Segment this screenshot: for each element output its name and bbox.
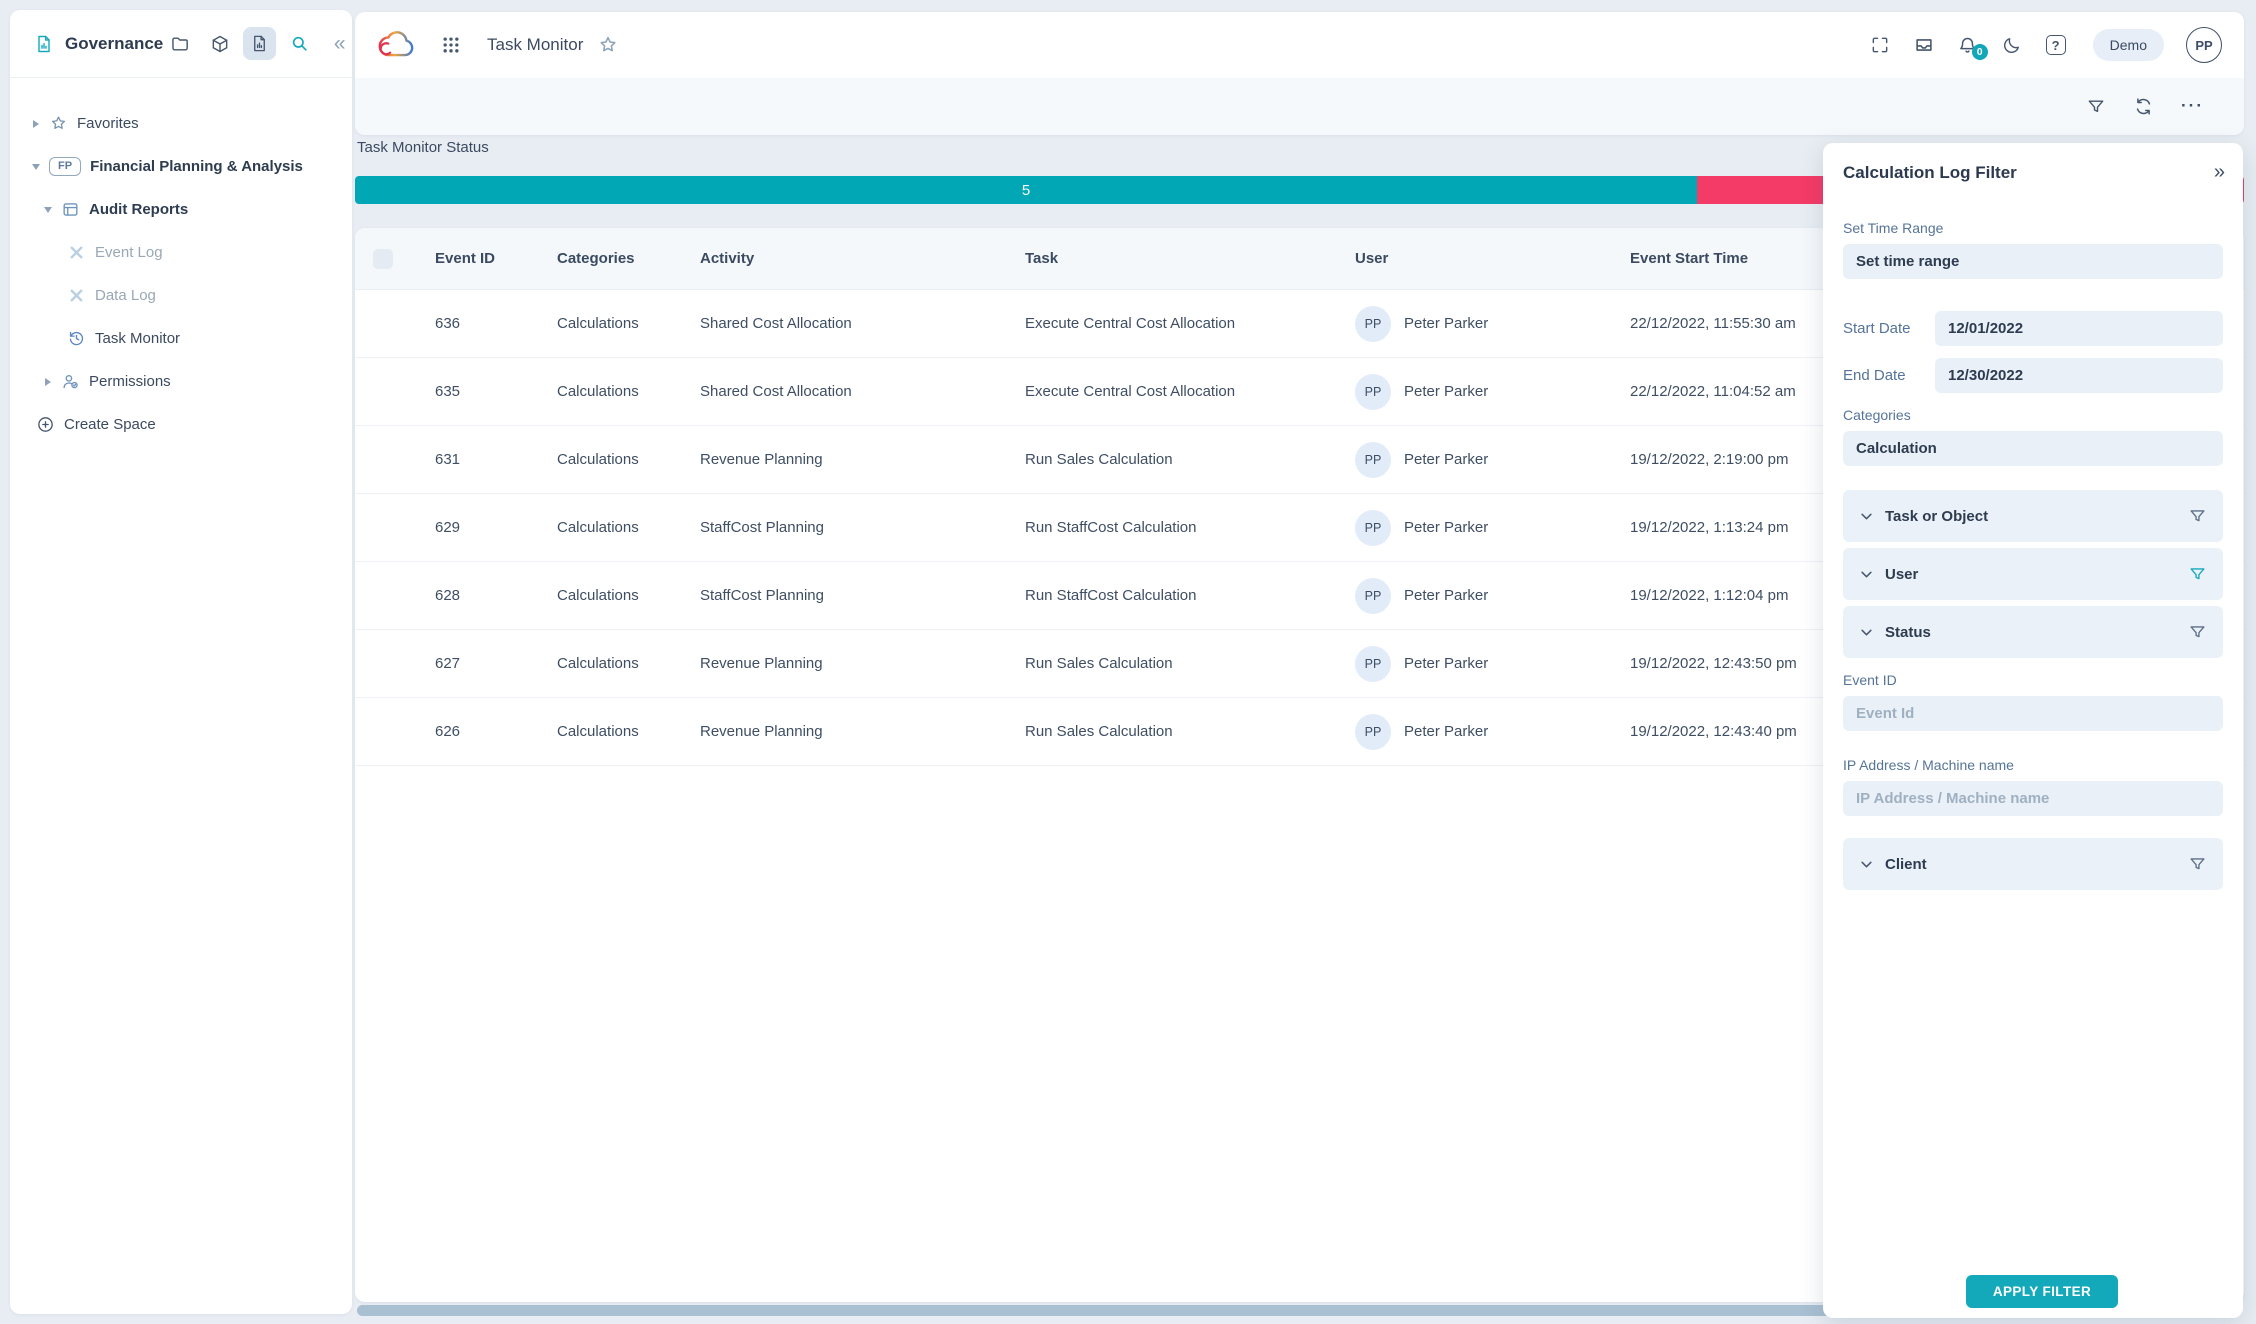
ip-address-label: IP Address / Machine name xyxy=(1843,757,2223,773)
collapse-sidebar-icon[interactable]: « xyxy=(323,27,356,60)
help-icon[interactable]: ? xyxy=(2045,34,2067,56)
sidebar-item-create-space[interactable]: Create Space xyxy=(10,403,352,446)
status-segment-count: 5 xyxy=(1022,182,1030,199)
sidebar-header-icons: « xyxy=(163,27,356,60)
report-list-icon xyxy=(61,200,80,219)
categories-label: Categories xyxy=(1843,407,2223,423)
column-header-activity[interactable]: Activity xyxy=(700,250,1025,267)
user-permissions-icon xyxy=(61,372,80,391)
more-options-icon[interactable]: ··· xyxy=(2181,103,2204,110)
refresh-icon[interactable] xyxy=(2133,96,2154,117)
caret-right-icon[interactable] xyxy=(42,376,54,388)
categories-input[interactable] xyxy=(1843,431,2223,466)
avatar: PP xyxy=(1355,442,1391,478)
caret-down-icon[interactable] xyxy=(42,204,54,216)
top-bar-main-row: Task Monitor 0 ? xyxy=(355,12,2244,78)
folder-icon[interactable] xyxy=(163,27,196,60)
chevron-down-icon xyxy=(1859,567,1874,582)
sidebar-header: Governance « xyxy=(10,10,352,78)
top-bar-actions: 0 ? Demo PP xyxy=(1869,27,2222,63)
notification-count-badge: 0 xyxy=(1972,44,1988,60)
dark-mode-moon-icon[interactable] xyxy=(2001,34,2023,56)
set-time-range-input[interactable] xyxy=(1843,244,2223,279)
reports-view-icon[interactable] xyxy=(243,27,276,60)
collapse-panel-icon[interactable]: » xyxy=(2214,161,2223,184)
filter-funnel-icon-active[interactable] xyxy=(2188,565,2207,584)
calculation-log-filter-panel: Calculation Log Filter » Set Time Range … xyxy=(1823,143,2243,1318)
sidebar-item-event-log[interactable]: Event Log xyxy=(10,231,352,274)
sidebar-item-audit-reports[interactable]: Audit Reports xyxy=(10,188,352,231)
star-icon xyxy=(49,114,68,133)
sidebar-item-permissions[interactable]: Permissions xyxy=(10,360,352,403)
avatar: PP xyxy=(1355,510,1391,546)
notifications-bell-icon[interactable]: 0 xyxy=(1957,34,1979,56)
filter-panel-title: Calculation Log Filter xyxy=(1843,163,2017,183)
tools-icon xyxy=(67,286,86,305)
end-date-label: End Date xyxy=(1843,367,1935,384)
tools-icon xyxy=(67,243,86,262)
app-screen: Governance « xyxy=(0,0,2256,1324)
filter-icon[interactable] xyxy=(2086,97,2106,117)
space-title: Governance xyxy=(65,34,163,54)
report-toolbar: ··· xyxy=(355,78,2244,135)
sidebar-item-financial-planning[interactable]: FP Financial Planning & Analysis xyxy=(10,145,352,188)
select-all-checkbox[interactable] xyxy=(373,249,393,269)
space-initials-badge: FP xyxy=(49,157,81,176)
sidebar: Governance « xyxy=(10,10,352,1314)
end-date-input[interactable] xyxy=(1935,358,2223,393)
column-header-user[interactable]: User xyxy=(1355,250,1630,267)
avatar: PP xyxy=(1355,374,1391,410)
accordion-user[interactable]: User xyxy=(1843,548,2223,600)
event-id-input[interactable] xyxy=(1843,696,2223,731)
column-header-task[interactable]: Task xyxy=(1025,250,1355,267)
cube-icon[interactable] xyxy=(203,27,236,60)
chevron-down-icon xyxy=(1859,625,1874,640)
avatar: PP xyxy=(1355,646,1391,682)
chevron-down-icon xyxy=(1859,857,1874,872)
app-grid-icon[interactable] xyxy=(441,35,461,55)
search-icon[interactable] xyxy=(283,27,316,60)
accordion-status[interactable]: Status xyxy=(1843,606,2223,658)
start-date-label: Start Date xyxy=(1843,320,1935,337)
sidebar-tree: Favorites FP Financial Planning & Analys… xyxy=(10,78,352,446)
fullscreen-icon[interactable] xyxy=(1869,34,1891,56)
favorite-star-icon[interactable] xyxy=(597,34,619,56)
start-date-input[interactable] xyxy=(1935,311,2223,346)
filter-funnel-icon[interactable] xyxy=(2188,623,2207,642)
jedox-cloud-logo[interactable] xyxy=(375,28,419,62)
set-time-range-label: Set Time Range xyxy=(1843,220,2223,236)
plus-circle-icon xyxy=(36,415,55,434)
chevron-down-icon xyxy=(1859,509,1874,524)
accordion-client[interactable]: Client xyxy=(1843,838,2223,890)
accordion-task-or-object[interactable]: Task or Object xyxy=(1843,490,2223,542)
column-header-event-id[interactable]: Event ID xyxy=(435,250,557,267)
inbox-icon[interactable] xyxy=(1913,34,1935,56)
space-logo-icon xyxy=(34,33,54,55)
ip-address-input[interactable] xyxy=(1843,781,2223,816)
avatar: PP xyxy=(1355,578,1391,614)
event-id-label: Event ID xyxy=(1843,672,2223,688)
sidebar-item-favorites[interactable]: Favorites xyxy=(10,102,352,145)
top-bar: Task Monitor 0 ? xyxy=(355,12,2244,135)
sidebar-item-task-monitor[interactable]: Task Monitor xyxy=(10,317,352,360)
page-title: Task Monitor xyxy=(487,35,583,55)
history-icon xyxy=(67,329,86,348)
environment-badge[interactable]: Demo xyxy=(2093,29,2164,61)
apply-filter-button[interactable]: APPLY FILTER xyxy=(1966,1275,2118,1308)
user-avatar[interactable]: PP xyxy=(2186,27,2222,63)
caret-down-icon[interactable] xyxy=(30,161,42,173)
avatar: PP xyxy=(1355,714,1391,750)
column-header-categories[interactable]: Categories xyxy=(557,250,700,267)
sidebar-item-data-log[interactable]: Data Log xyxy=(10,274,352,317)
avatar: PP xyxy=(1355,306,1391,342)
filter-funnel-icon[interactable] xyxy=(2188,507,2207,526)
caret-right-icon[interactable] xyxy=(30,118,42,130)
status-section-title: Task Monitor Status xyxy=(357,139,489,156)
filter-funnel-icon[interactable] xyxy=(2188,855,2207,874)
status-segment-completed: 5 xyxy=(355,176,1697,204)
